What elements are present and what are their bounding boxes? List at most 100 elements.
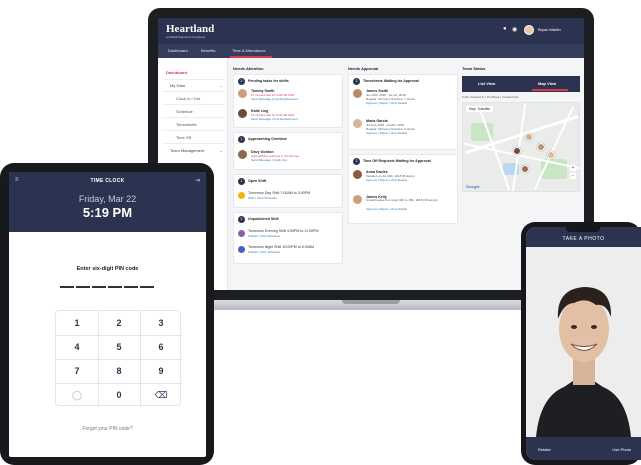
list-item[interactable]: Katie Ling 11 minutes late for 9:00 AM S… (238, 109, 339, 123)
key-9[interactable]: 9 (140, 359, 182, 383)
key-1[interactable]: 1 (56, 311, 98, 335)
pin-digit-slot (92, 286, 106, 288)
row-name: Tomorrow Evening Shift 4:00PM to 11:00PM (248, 229, 319, 233)
page-title: TAKE A PHOTO (562, 236, 605, 242)
fingerprint-icon[interactable]: ◯ (56, 383, 98, 407)
pending-shifts-card: 2 Pending tasks for shifts Tommy Smith 1… (233, 74, 343, 128)
pin-digit-slot (108, 286, 122, 288)
row-detail: Unpaid Leave from Aug 13th to 15th, 2018… (366, 198, 438, 202)
team-map[interactable]: Map Satellite + − Google (462, 102, 580, 192)
avatar (353, 195, 362, 204)
row-actions[interactable]: Offer | View Schedule (248, 196, 277, 200)
row-actions[interactable]: Approve | Reject | View Details (366, 207, 407, 211)
list-item[interactable]: Tomorrow Night Shift 10:00PM to 6:30AM P… (238, 245, 339, 257)
sidebar-clock-in-out[interactable]: Clock In / Out (176, 96, 200, 101)
logout-icon[interactable]: ⇥ (195, 177, 200, 184)
map-pin[interactable] (537, 143, 545, 151)
device-showcase: Heartland a Global Payments Company ● ◉ … (0, 0, 641, 465)
retake-button[interactable]: Retake (538, 447, 551, 452)
open-shift-card: 1 Open Shift Tomorrow Day Shift 7:00AM t… (233, 174, 343, 208)
list-item[interactable]: Maria Garcia Jul 2nd, 2018 - Jul 8th, 20… (353, 119, 454, 145)
row-actions[interactable]: Send Message | Find Replacement (251, 97, 298, 101)
avatar (238, 150, 247, 159)
shift-dot (238, 230, 245, 237)
sidebar-team-management[interactable]: Team Management (170, 148, 204, 153)
chevron-down-icon[interactable]: ⌄ (220, 148, 223, 153)
current-date: Friday, Mar 22 (78, 194, 137, 204)
divider (162, 143, 224, 144)
sidebar-time-off[interactable]: Time Off (176, 135, 191, 140)
map-pin[interactable] (525, 133, 533, 141)
top-bar: Heartland a Global Payments Company ● ◉ … (158, 18, 584, 44)
needs-approval-title: Needs Approval (348, 66, 379, 71)
chat-icon[interactable]: ◉ (512, 26, 517, 33)
row-actions[interactable]: Approve | Reject | View Details (366, 178, 407, 182)
row-actions[interactable]: Approve | Reject | View Details (366, 131, 407, 135)
map-pin[interactable] (547, 151, 555, 159)
list-item[interactable]: Davy Gordon Approaching overtime in 30 m… (238, 150, 339, 164)
user-name[interactable]: Bryan Martin (538, 27, 561, 32)
avatar[interactable] (524, 25, 534, 35)
tab-list-view[interactable]: List View (478, 81, 495, 86)
sidebar-my-data[interactable]: My Data (170, 83, 185, 88)
key-2[interactable]: 2 (98, 311, 140, 335)
list-item[interactable]: Anna Davies Vacation on Jul 19th, 2018 (… (353, 170, 454, 188)
row-actions[interactable]: Publish | View Schedule (248, 250, 280, 254)
map-pin[interactable] (521, 165, 529, 173)
row-actions[interactable]: Approve | Reject | View Details (366, 101, 407, 105)
list-item[interactable]: James Kelly Unpaid Leave from Aug 13th t… (353, 195, 454, 217)
nav-benefits[interactable]: Benefits (201, 48, 215, 53)
map-type-control[interactable]: Map Satellite (466, 106, 494, 112)
card-heading: Timesheets Waiting for Approval (363, 79, 419, 83)
sidebar-dashboard[interactable]: Dashboard (166, 70, 187, 75)
sidebar-timesheets[interactable]: Timesheets (176, 122, 197, 127)
brand-logo[interactable]: Heartland (166, 23, 214, 35)
chevron-down-icon[interactable]: ⌄ (220, 83, 223, 88)
backspace-icon[interactable]: ⌫ (140, 383, 182, 407)
map-pin[interactable] (513, 147, 521, 155)
forgot-pin-link[interactable]: Forgot your PIN code? (9, 426, 206, 432)
key-3[interactable]: 3 (140, 311, 182, 335)
card-heading: Pending tasks for shifts (248, 79, 289, 83)
nav-time-attendance[interactable]: Time & Attendance (232, 48, 266, 53)
needs-attention-title: Needs Attention (233, 66, 264, 71)
tablet-screen: ≡ TIME CLOCK ⇥ Friday, Mar 22 5:19 PM En… (9, 172, 206, 457)
phone-footer: Retake Use Photo (526, 437, 641, 460)
row-actions[interactable]: Publish | View Schedule (248, 234, 280, 238)
nav-dashboard[interactable]: Dashboard (168, 48, 188, 53)
shift-dot (238, 192, 245, 199)
tab-map-view[interactable]: Map View (538, 81, 556, 86)
avatar (353, 119, 362, 128)
divider (162, 79, 224, 80)
divider (162, 91, 224, 92)
key-4[interactable]: 4 (56, 335, 98, 359)
key-0[interactable]: 0 (98, 383, 140, 407)
captured-photo (526, 247, 641, 437)
map-type-satellite[interactable]: Satellite (478, 107, 490, 111)
list-item[interactable]: Tomorrow Day Shift 7:00AM to 3:00PM Offe… (238, 191, 339, 203)
count-badge: 2 (353, 158, 360, 165)
list-item[interactable]: James Smith Jun 25th, 2018 - Jul 1st, 20… (353, 89, 454, 115)
sidebar-schedule[interactable]: Schedule (176, 109, 193, 114)
map-type-map[interactable]: Map (469, 107, 476, 111)
list-item[interactable]: Tomorrow Evening Shift 4:00PM to 11:00PM… (238, 229, 339, 241)
timesheets-card: 2 Timesheets Waiting for Approval James … (348, 74, 458, 150)
bell-icon[interactable]: ● (503, 26, 507, 32)
divider (162, 117, 224, 118)
time-clock-header: ≡ TIME CLOCK ⇥ Friday, Mar 22 5:19 PM (9, 172, 206, 232)
count-badge: 1 (238, 178, 245, 185)
key-7[interactable]: 7 (56, 359, 98, 383)
avatar (353, 170, 362, 179)
key-6[interactable]: 6 (140, 335, 182, 359)
key-5[interactable]: 5 (98, 335, 140, 359)
card-heading: Time Off Requests Waiting for Approval (363, 159, 431, 163)
card-heading: Open Shift (248, 179, 267, 183)
row-actions[interactable]: Send Message | Find Replacement (251, 117, 298, 121)
zoom-in-button[interactable]: + (570, 165, 576, 171)
key-8[interactable]: 8 (98, 359, 140, 383)
use-photo-button[interactable]: Use Photo (612, 447, 631, 452)
row-actions[interactable]: Send Message | Clock Out (251, 158, 287, 162)
list-item[interactable]: Tommy Smith 11 minutes late for 9:00 AM … (238, 89, 339, 103)
status-filter[interactable]: 3 All | Clocked In | On Break | Clocked … (462, 95, 518, 99)
zoom-out-button[interactable]: − (570, 173, 576, 179)
